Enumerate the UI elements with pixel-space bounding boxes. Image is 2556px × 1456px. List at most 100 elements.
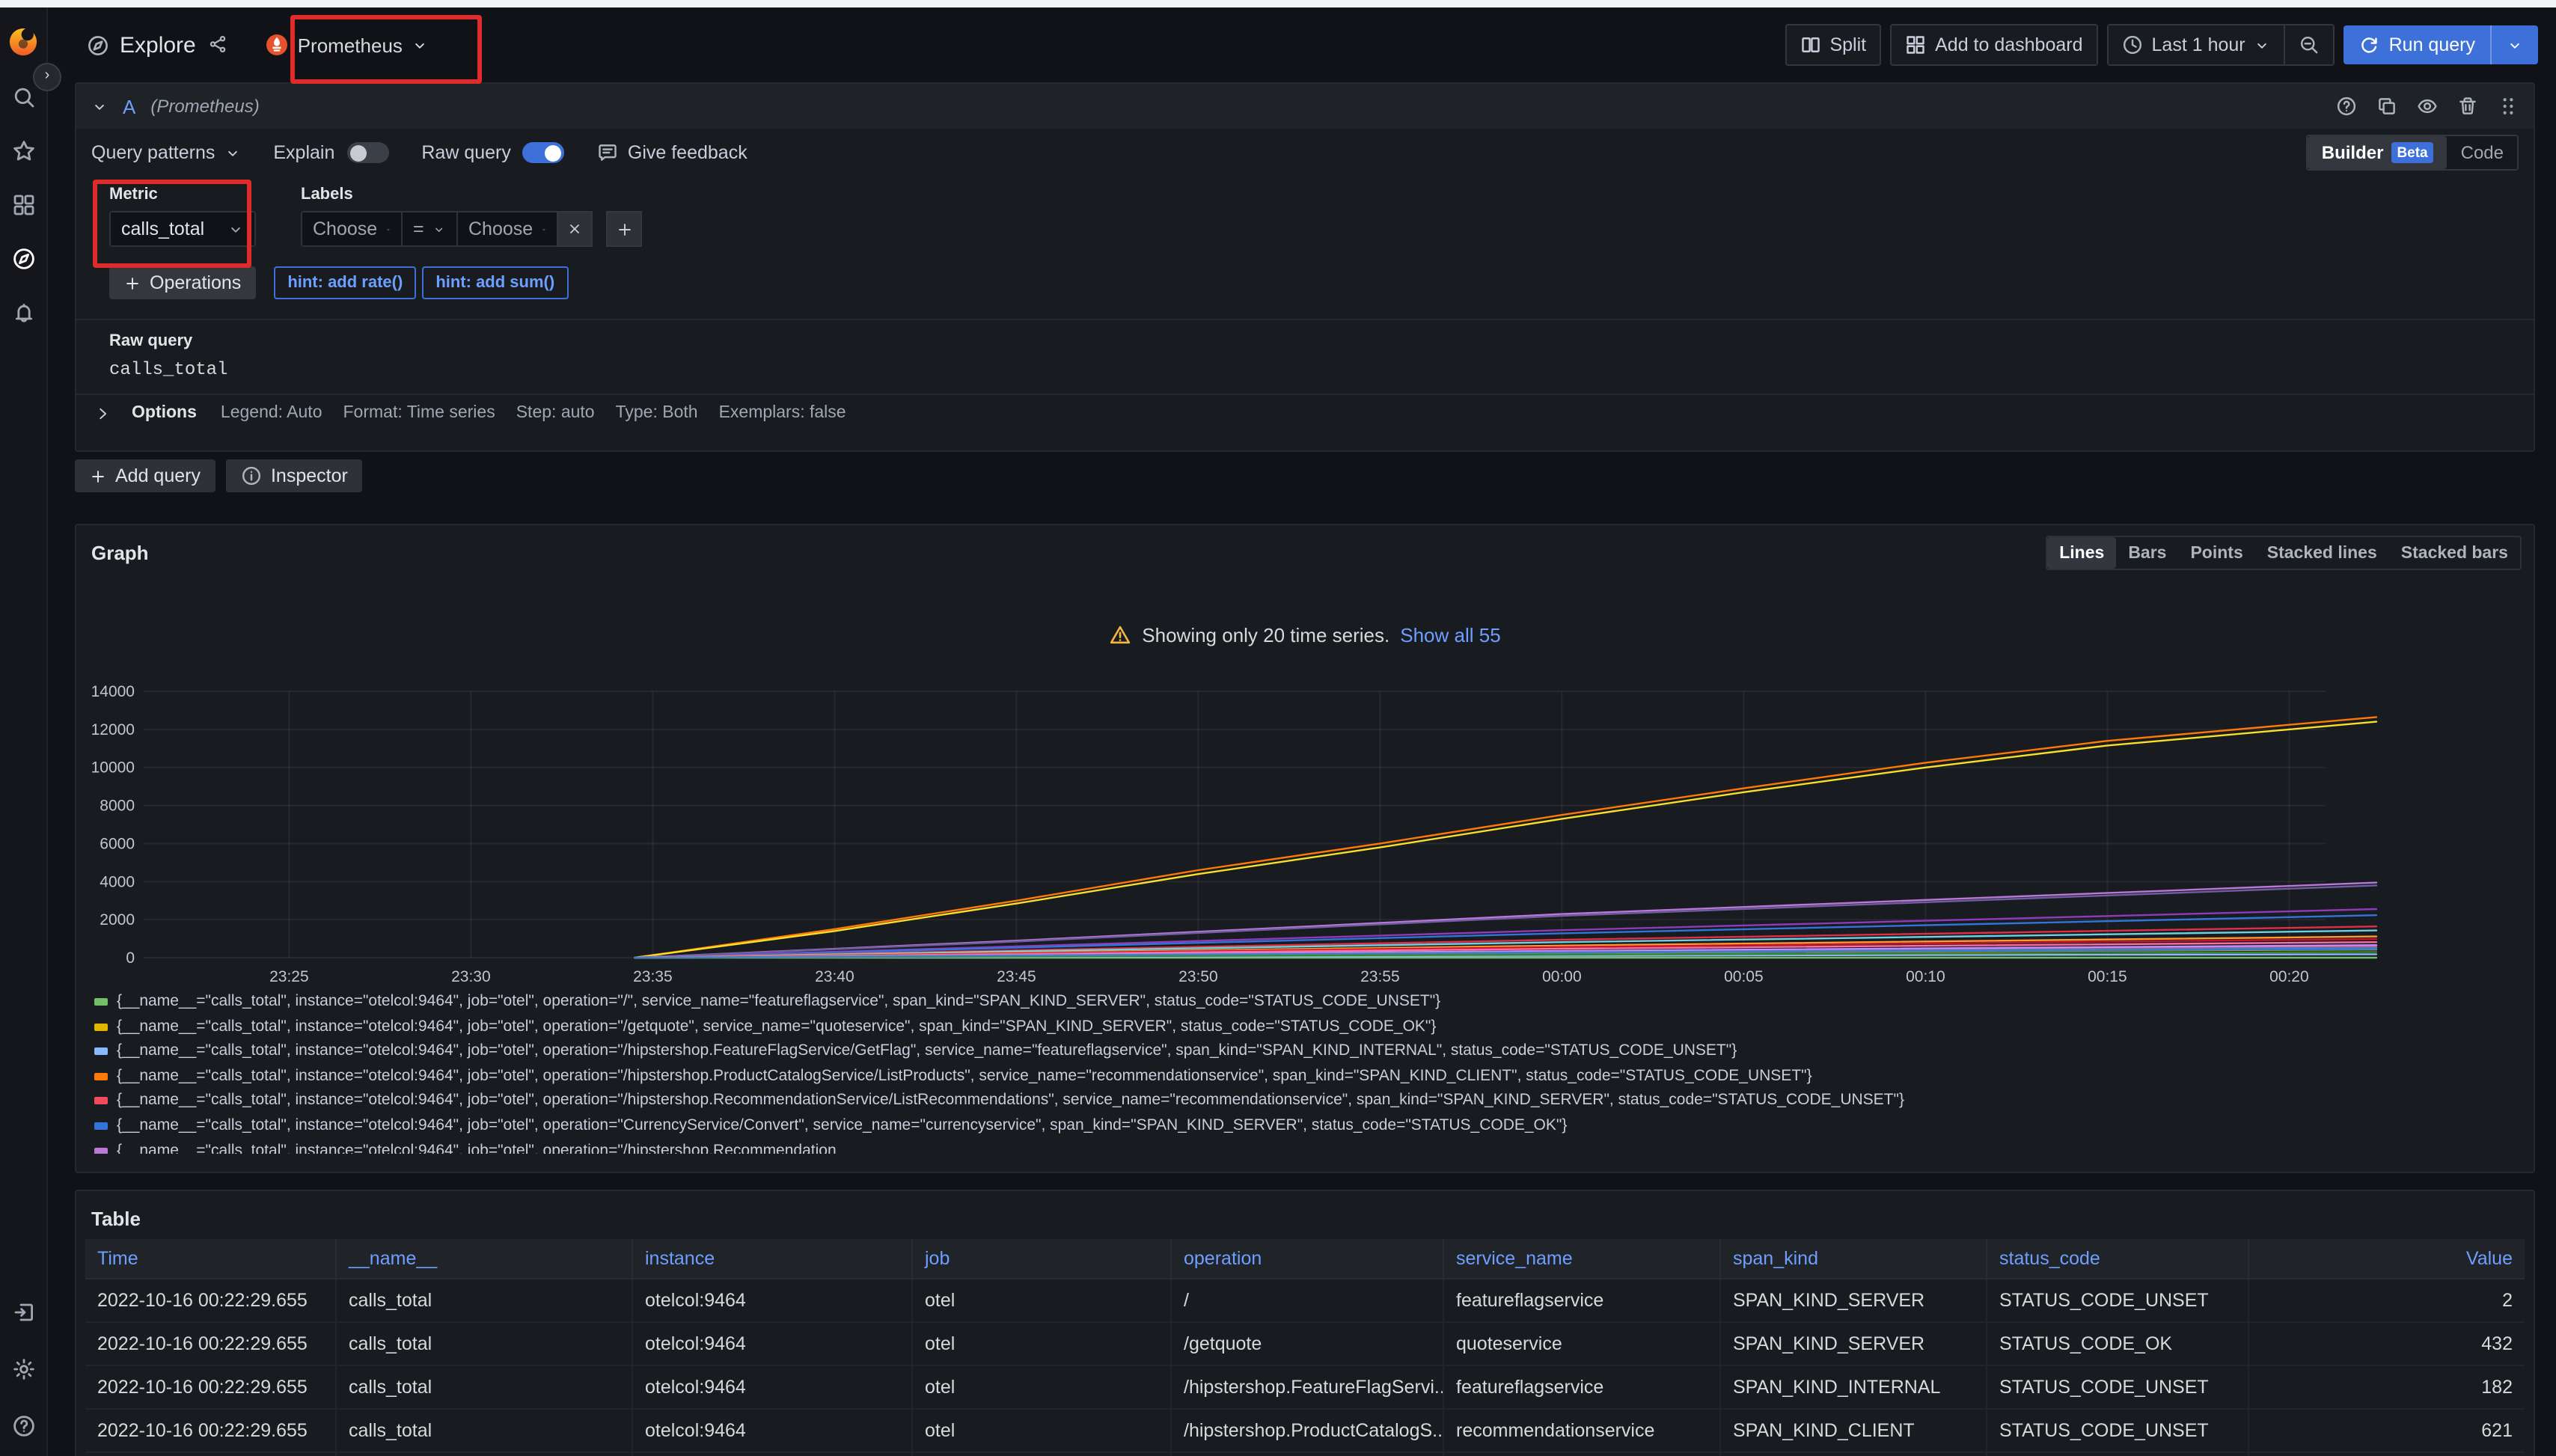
svg-text:10000: 10000 <box>91 759 135 777</box>
raw-query-toggle[interactable] <box>523 142 565 163</box>
options-row[interactable]: Options Legend: AutoFormat: Time seriesS… <box>76 394 2534 431</box>
svg-text:8000: 8000 <box>100 798 135 815</box>
comment-icon <box>598 142 619 163</box>
grafana-logo-icon[interactable] <box>7 25 39 57</box>
add-label-filter-button[interactable] <box>606 211 642 247</box>
options-summary-item: Type: Both <box>616 404 698 422</box>
svg-text:6000: 6000 <box>100 835 135 852</box>
column-header-name[interactable]: __name__ <box>337 1239 633 1279</box>
legend-item[interactable]: {__name__="calls_total", instance="otelc… <box>94 992 2522 1017</box>
label-filter-group: Choose = Choose <box>301 211 593 247</box>
label-operator-select[interactable]: = <box>401 211 456 247</box>
table-cell: SPAN_KIND_SERVER <box>1721 1323 1987 1366</box>
time-range-group: Last 1 hour <box>2107 24 2335 66</box>
legend-item[interactable]: {__name__="calls_total", instance="otelc… <box>94 1091 2522 1116</box>
table-cell: otelcol:9464 <box>633 1279 913 1323</box>
column-header-instance[interactable]: instance <box>633 1239 913 1279</box>
zoom-out-time-button[interactable] <box>2286 25 2334 64</box>
column-header-servicename[interactable]: service_name <box>1444 1239 1721 1279</box>
run-query-interval-dropdown[interactable] <box>2492 25 2538 64</box>
datasource-name: Prometheus <box>298 34 403 56</box>
eye-icon[interactable] <box>2417 96 2438 117</box>
show-all-series-link[interactable]: Show all 55 <box>1400 624 1500 646</box>
table-cell: 2022-10-16 00:22:29.655 <box>85 1323 337 1366</box>
split-button[interactable]: Split <box>1785 24 1881 66</box>
sidebar-expand-button[interactable]: › <box>33 63 61 91</box>
chevron-down-icon <box>542 221 546 237</box>
query-hint-button-0[interactable]: hint: add rate() <box>274 266 416 299</box>
graph-mode-lines[interactable]: Lines <box>2047 537 2116 569</box>
column-header-Time[interactable]: Time <box>85 1239 337 1279</box>
query-hint-button-1[interactable]: hint: add sum() <box>422 266 568 299</box>
column-header-spankind[interactable]: span_kind <box>1721 1239 1987 1279</box>
inspector-button[interactable]: Inspector <box>226 459 363 492</box>
graph-mode-stacked-bars[interactable]: Stacked bars <box>2389 537 2520 569</box>
column-header-statuscode[interactable]: status_code <box>1987 1239 2249 1279</box>
metric-select[interactable]: calls_total <box>109 211 256 247</box>
signin-icon[interactable] <box>11 1300 35 1324</box>
legend-label: {__name__="calls_total", instance="otelc… <box>117 1142 837 1154</box>
graph-panel-title: Graph <box>91 542 149 564</box>
datasource-picker[interactable]: Prometheus <box>253 27 440 63</box>
raw-query-section: Raw query calls_total <box>76 319 2534 394</box>
graph-mode-bars[interactable]: Bars <box>2116 537 2178 569</box>
gear-icon[interactable] <box>11 1357 35 1381</box>
legend-item[interactable]: {__name__="calls_total", instance="otelc… <box>94 1041 2522 1066</box>
table-cell: /getquote <box>1172 1323 1444 1366</box>
svg-text:00:00: 00:00 <box>1542 968 1582 985</box>
help-circle-icon[interactable] <box>2336 96 2357 117</box>
legend-item[interactable]: {__name__="calls_total", instance="otelc… <box>94 1116 2522 1140</box>
split-icon <box>1800 34 1820 55</box>
give-feedback-button[interactable]: Give feedback <box>598 142 747 163</box>
query-patterns-dropdown[interactable]: Query patterns <box>91 142 240 163</box>
legend-marker <box>94 1122 108 1129</box>
builder-mode-tab[interactable]: Builder Beta <box>2308 136 2448 169</box>
explain-label: Explain <box>273 142 334 163</box>
trash-icon[interactable] <box>2457 96 2478 117</box>
column-header-operation[interactable]: operation <box>1172 1239 1444 1279</box>
drag-handle-icon[interactable] <box>2498 96 2519 117</box>
legend-marker <box>94 1148 108 1154</box>
column-header-job[interactable]: job <box>913 1239 1172 1279</box>
remove-label-filter-button[interactable] <box>557 211 593 247</box>
label-operator-value: = <box>413 218 424 239</box>
graph-mode-points[interactable]: Points <box>2178 537 2254 569</box>
label-value-select[interactable]: Choose <box>456 211 557 247</box>
help-icon[interactable] <box>11 1414 35 1438</box>
chevron-down-icon <box>224 144 240 161</box>
compass-icon[interactable] <box>11 247 35 271</box>
add-operation-button[interactable]: Operations <box>109 266 256 299</box>
chevron-down-icon <box>386 221 391 237</box>
explain-toggle[interactable] <box>346 142 388 163</box>
bell-icon[interactable] <box>11 301 35 325</box>
table-row: 2022-10-16 00:22:29.655calls_totalotelco… <box>85 1279 2525 1323</box>
code-mode-tab[interactable]: Code <box>2448 136 2517 169</box>
time-range-picker[interactable]: Last 1 hour <box>2109 25 2284 64</box>
graph-mode-stacked-lines[interactable]: Stacked lines <box>2255 537 2389 569</box>
table-cell: otel <box>913 1323 1172 1366</box>
add-query-button[interactable]: Add query <box>75 459 215 492</box>
collapse-chevron-icon[interactable] <box>91 98 108 114</box>
copy-icon[interactable] <box>2376 96 2397 117</box>
legend-item[interactable]: {__name__="calls_total", instance="otelc… <box>94 1066 2522 1091</box>
query-actions-row: Add query Inspector <box>75 459 363 492</box>
search-icon[interactable] <box>11 85 35 109</box>
plus-icon <box>90 468 106 484</box>
time-series-chart[interactable]: 0200040006000800010000120001400023:2523:… <box>88 672 2525 989</box>
label-filter-row: Choose = Choose <box>301 211 642 247</box>
label-key-select[interactable]: Choose <box>301 211 401 247</box>
table-cell: featureflagservice <box>1444 1279 1721 1323</box>
legend-item[interactable]: {__name__="calls_total", instance="otelc… <box>94 1017 2522 1041</box>
add-to-dashboard-button[interactable]: Add to dashboard <box>1890 24 2097 66</box>
explain-toggle-wrap: Explain <box>273 142 388 163</box>
svg-text:23:35: 23:35 <box>633 968 673 985</box>
star-icon[interactable] <box>11 139 35 163</box>
query-row-header[interactable]: A (Prometheus) <box>76 84 2534 129</box>
topbar: Explore Prometheus <box>48 7 2556 82</box>
column-header-Value[interactable]: Value <box>2249 1239 2525 1279</box>
share-icon[interactable] <box>208 34 229 55</box>
plus-icon <box>616 221 632 237</box>
apps-icon[interactable] <box>11 193 35 217</box>
run-query-button[interactable]: Run query <box>2344 25 2490 64</box>
warning-text: Showing only 20 time series. <box>1142 624 1389 646</box>
